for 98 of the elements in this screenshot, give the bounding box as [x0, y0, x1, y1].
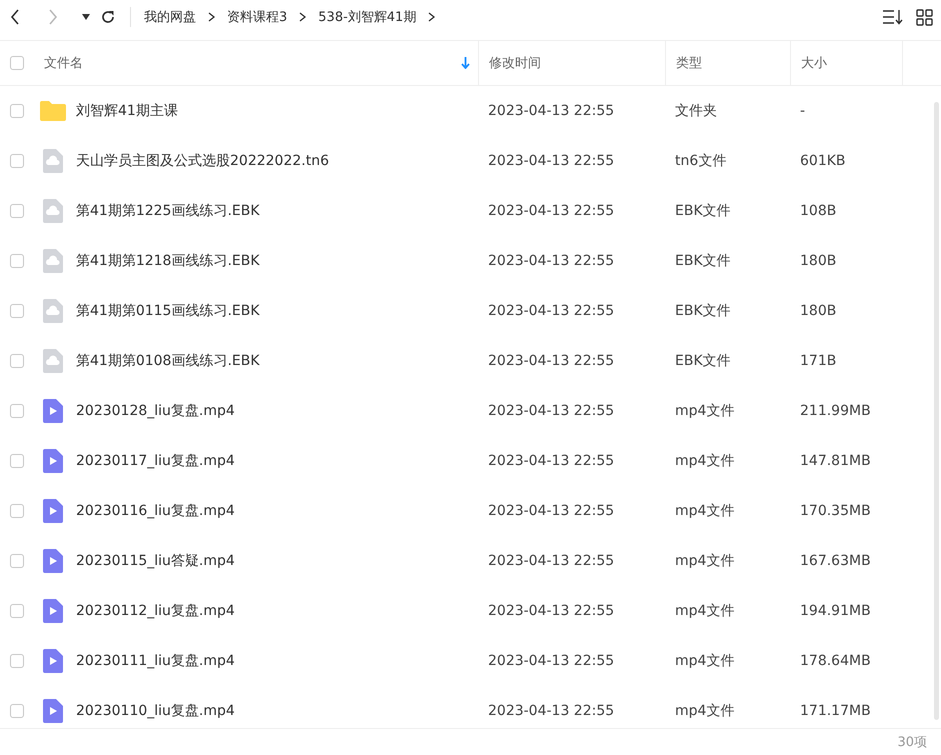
file-size: -: [800, 103, 806, 119]
file-type: mp4文件: [675, 652, 734, 670]
modified-time: 2023-04-13 22:55: [488, 703, 614, 719]
row-checkbox[interactable]: [10, 154, 24, 168]
breadcrumb-link[interactable]: 资料课程3: [227, 8, 288, 26]
refresh-icon[interactable]: [100, 9, 116, 25]
file-type: EBK文件: [675, 252, 731, 270]
chevron-icon: [208, 12, 215, 22]
scrollbar[interactable]: [934, 102, 939, 720]
modified-time: 2023-04-13 22:55: [488, 253, 614, 269]
breadcrumb-link[interactable]: 538-刘智辉41期: [318, 8, 416, 26]
file-type: EBK文件: [675, 352, 731, 370]
cloud-file-icon: [43, 349, 63, 373]
grid-view-icon[interactable]: [916, 8, 933, 26]
modified-time: 2023-04-13 22:55: [488, 453, 614, 469]
file-name[interactable]: 第41期第0115画线练习.EBK: [76, 302, 260, 320]
row-checkbox[interactable]: [10, 504, 24, 518]
column-header[interactable]: 文件名: [44, 54, 83, 72]
file-size: 171B: [800, 353, 836, 369]
row-checkbox[interactable]: [10, 354, 24, 368]
video-file-icon: [43, 549, 63, 573]
file-name[interactable]: 第41期第0108画线练习.EBK: [76, 352, 260, 370]
file-size: 147.81MB: [800, 453, 871, 469]
row-checkbox[interactable]: [10, 204, 24, 218]
row-checkbox[interactable]: [10, 404, 24, 418]
file-name[interactable]: 刘智辉41期主课: [76, 102, 178, 120]
file-type: mp4文件: [675, 402, 734, 420]
folder-icon: [40, 101, 66, 121]
file-name[interactable]: 20230110_liu复盘.mp4: [76, 702, 235, 720]
row-checkbox[interactable]: [10, 254, 24, 268]
file-size: 108B: [800, 203, 836, 219]
file-name[interactable]: 20230116_liu复盘.mp4: [76, 502, 235, 520]
file-type: 文件夹: [675, 102, 717, 120]
select-all-checkbox[interactable]: [10, 56, 24, 70]
file-type: EBK文件: [675, 302, 731, 320]
video-file-icon: [43, 599, 63, 623]
modified-time: 2023-04-13 22:55: [488, 303, 614, 319]
cloud-file-icon: [43, 199, 63, 223]
file-name[interactable]: 20230111_liu复盘.mp4: [76, 652, 235, 670]
row-checkbox[interactable]: [10, 704, 24, 718]
row-checkbox[interactable]: [10, 554, 24, 568]
file-type: mp4文件: [675, 552, 734, 570]
cloud-file-icon: [43, 149, 63, 173]
file-type: tn6文件: [675, 152, 726, 170]
file-type: mp4文件: [675, 452, 734, 470]
modified-time: 2023-04-13 22:55: [488, 103, 614, 119]
sort-icon[interactable]: [882, 9, 904, 25]
video-file-icon: [43, 399, 63, 423]
file-name[interactable]: 第41期第1225画线练习.EBK: [76, 202, 260, 220]
row-checkbox[interactable]: [10, 604, 24, 618]
row-checkbox[interactable]: [10, 654, 24, 668]
file-size: 167.63MB: [800, 553, 871, 569]
file-size: 178.64MB: [800, 653, 871, 669]
row-checkbox[interactable]: [10, 304, 24, 318]
file-size: 194.91MB: [800, 603, 871, 619]
modified-time: 2023-04-13 22:55: [488, 203, 614, 219]
cloud-file-icon: [43, 299, 63, 323]
file-type: mp4文件: [675, 502, 734, 520]
file-size: 171.17MB: [800, 703, 871, 719]
file-type: mp4文件: [675, 602, 734, 620]
back-icon[interactable]: [10, 9, 20, 25]
file-type: mp4文件: [675, 702, 734, 720]
forward-icon[interactable]: [48, 9, 58, 25]
file-size: 180B: [800, 253, 836, 269]
row-checkbox[interactable]: [10, 104, 24, 118]
column-header[interactable]: 类型: [676, 54, 702, 72]
video-file-icon: [43, 699, 63, 723]
modified-time: 2023-04-13 22:55: [488, 403, 614, 419]
column-header[interactable]: 修改时间: [489, 54, 541, 72]
modified-time: 2023-04-13 22:55: [488, 653, 614, 669]
file-name[interactable]: 天山学员主图及公式选股20222022.tn6: [76, 152, 329, 170]
video-file-icon: [43, 649, 63, 673]
file-name[interactable]: 20230117_liu复盘.mp4: [76, 452, 235, 470]
video-file-icon: [43, 499, 63, 523]
modified-time: 2023-04-13 22:55: [488, 603, 614, 619]
file-name[interactable]: 20230112_liu复盘.mp4: [76, 602, 235, 620]
dropdown-icon[interactable]: [82, 14, 90, 20]
modified-time: 2023-04-13 22:55: [488, 503, 614, 519]
file-name[interactable]: 20230115_liu答疑.mp4: [76, 552, 235, 570]
item-count: 30项: [897, 734, 927, 751]
modified-time: 2023-04-13 22:55: [488, 153, 614, 169]
breadcrumb-link[interactable]: 我的网盘: [144, 8, 196, 26]
file-size: 180B: [800, 303, 836, 319]
file-type: EBK文件: [675, 202, 731, 220]
chevron-icon: [428, 12, 436, 22]
cloud-file-icon: [43, 249, 63, 273]
modified-time: 2023-04-13 22:55: [488, 553, 614, 569]
row-checkbox[interactable]: [10, 454, 24, 468]
modified-time: 2023-04-13 22:55: [488, 353, 614, 369]
file-name[interactable]: 第41期第1218画线练习.EBK: [76, 252, 260, 270]
video-file-icon: [43, 449, 63, 473]
file-size: 601KB: [800, 153, 846, 169]
column-header[interactable]: 大小: [801, 54, 827, 72]
chevron-icon: [299, 12, 306, 22]
file-size: 211.99MB: [800, 403, 871, 419]
sort-arrow-icon[interactable]: [461, 57, 470, 69]
file-size: 170.35MB: [800, 503, 871, 519]
file-name[interactable]: 20230128_liu复盘.mp4: [76, 402, 235, 420]
